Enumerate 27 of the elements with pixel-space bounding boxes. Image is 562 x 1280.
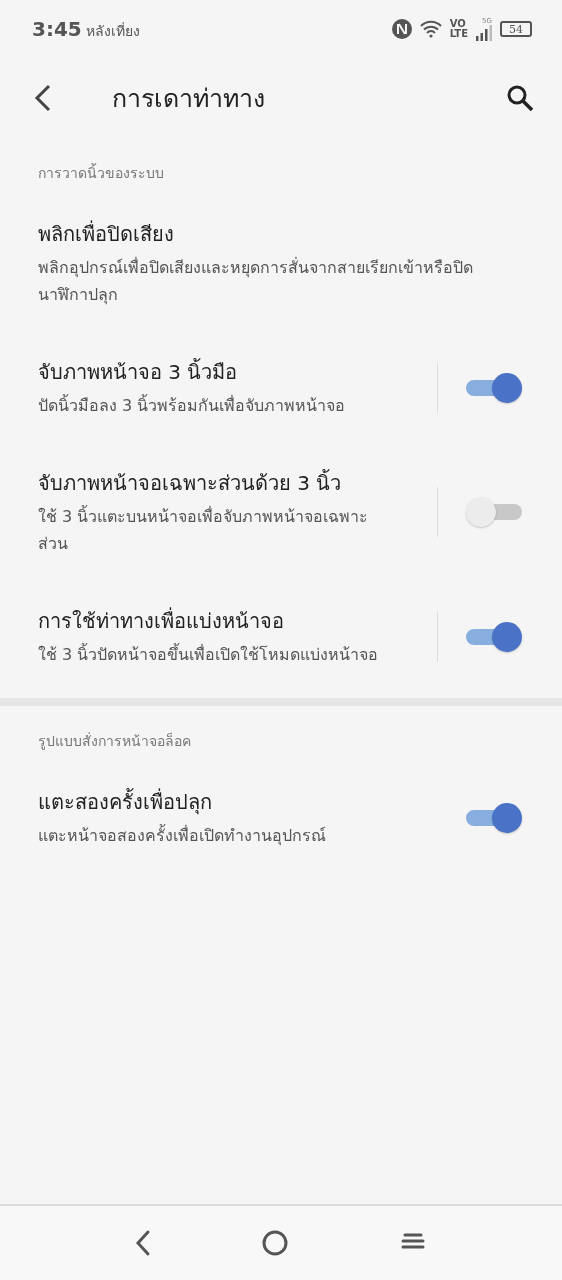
- home-icon[interactable]: [261, 1229, 289, 1257]
- setting-title[interactable]: พลิกเพื่อปิดเสียง: [38, 218, 522, 250]
- back-icon[interactable]: [135, 1229, 151, 1257]
- lte-label: LTE: [449, 29, 468, 39]
- setting-summary: ใช้ 3 นิ้วปัดหน้าจอขึ้นเพื่อเปิดใช้โหมดแบ่งหน้าจอ: [38, 642, 380, 666]
- setting-summary: แตะหน้าจอสองครั้งเพื่อเปิดทำงานอุปกรณ์: [38, 823, 327, 848]
- setting-summary: พลิกอุปกรณ์เพื่อปิดเสียงและหยุดการสั่นจากสายเรียกเข้าหรือปิดนาฬิกาปลุก: [38, 256, 474, 307]
- status-period: หลังเที่ยง: [85, 21, 140, 41]
- toggle-switch[interactable]: [466, 802, 522, 833]
- status-time: 3:45: [32, 17, 82, 41]
- wifi-icon: [419, 20, 442, 38]
- signal-icon: [476, 25, 492, 41]
- setting-title[interactable]: แตะสองครั้งเพื่อปลุก: [38, 786, 388, 818]
- toggle-switch[interactable]: [466, 372, 522, 403]
- battery-level: 54: [500, 21, 532, 37]
- setting-title[interactable]: การใช้ท่าทางเพื่อแบ่งหน้าจอ: [38, 605, 388, 637]
- setting-title[interactable]: จับภาพหน้าจอเฉพาะส่วนด้วย 3 นิ้ว: [38, 467, 388, 499]
- volte-label: VO: [449, 19, 467, 29]
- section-header: รูปแบบสั่งการหน้าจอล็อค: [37, 731, 192, 752]
- toggle-switch[interactable]: [466, 497, 522, 527]
- setting-summary: ปัดนิ้วมือลง 3 นิ้วพร้อมกันเพื่อจับภาพหน้าจอ: [38, 393, 347, 417]
- setting-summary: ใช้ 3 นิ้วแตะบนหน้าจอเพื่อจับภาพหน้าจอเฉพาะส่วน: [38, 504, 370, 555]
- section-header: การวาดนิ้วของระบบ: [37, 162, 165, 183]
- page-title: การเดาท่าทาง: [112, 83, 265, 115]
- setting-title[interactable]: จับภาพหน้าจอ 3 นิ้วมือ: [38, 356, 388, 388]
- toggle-switch[interactable]: [466, 621, 522, 652]
- nfc-icon: [391, 19, 412, 39]
